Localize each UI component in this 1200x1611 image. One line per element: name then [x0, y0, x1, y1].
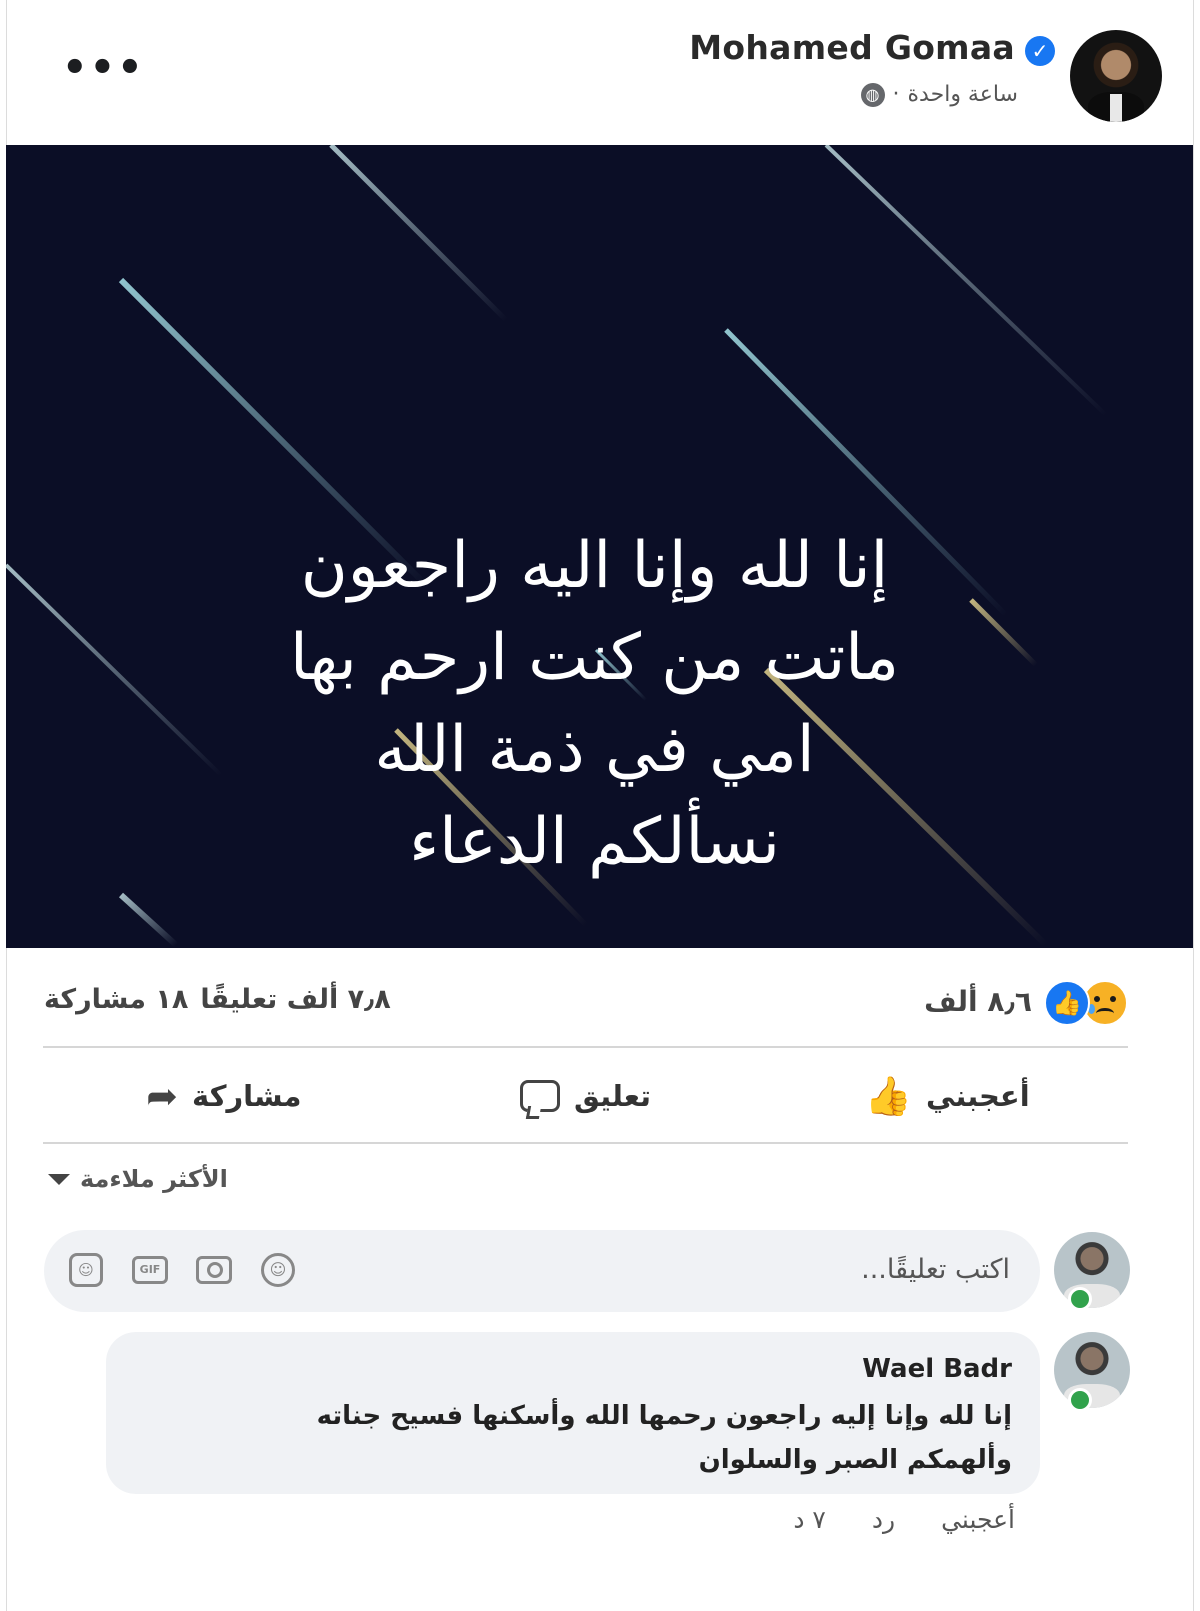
post-meta: ساعة واحدة · ◍: [860, 82, 1018, 107]
commenter-avatar[interactable]: [1054, 1332, 1130, 1408]
author-name[interactable]: Mohamed Gomaa: [689, 28, 1015, 67]
comment-input[interactable]: اكتب تعليقًا... ☺ GIF ☺: [44, 1230, 1040, 1312]
share-count[interactable]: ١٨ مشاركة: [44, 984, 188, 1015]
reaction-count[interactable]: ٨٫٦ ألف: [924, 985, 1032, 1018]
like-icon: 👍: [1044, 980, 1090, 1026]
gif-icon[interactable]: GIF: [132, 1252, 168, 1288]
comment-label: تعليق: [573, 1079, 652, 1113]
caret-down-icon: [48, 1173, 70, 1185]
comment-sort-dropdown[interactable]: الأكثر ملاءمة: [48, 1165, 228, 1193]
comment-timestamp[interactable]: ٧ د: [793, 1505, 826, 1534]
sort-label: الأكثر ملاءمة: [80, 1165, 228, 1193]
share-button[interactable]: مشاركة ➦: [43, 1050, 405, 1142]
comment-text: إنا لله وإنا إليه راجعون رحمها الله وأسك…: [316, 1401, 1012, 1475]
reactions-summary[interactable]: 👍 ٨٫٦ ألف: [924, 978, 1128, 1026]
globe-icon: ◍: [860, 82, 885, 107]
post-image[interactable]: إنا لله وإنا اليه راجعون ماتت من كنت ارح…: [6, 145, 1193, 948]
comment-placeholder: اكتب تعليقًا...: [861, 1254, 1010, 1285]
comment-reply-button[interactable]: رد: [872, 1505, 895, 1534]
composer-tools: ☺ GIF ☺: [68, 1252, 296, 1288]
current-user-avatar[interactable]: [1054, 1232, 1130, 1308]
comment-bubble-icon: [519, 1080, 560, 1112]
meta-separator: ·: [892, 82, 900, 107]
like-label: أعجبني: [926, 1079, 1030, 1113]
image-text-line: ماتت من كنت ارحم بها: [289, 621, 900, 695]
comment-bubble: Wael Badr إنا لله وإنا إليه راجعون رحمها…: [106, 1332, 1040, 1494]
comment-like-button[interactable]: أعجبني: [941, 1505, 1015, 1534]
share-arrow-icon: ➦: [146, 1074, 178, 1118]
comment-count[interactable]: ٧٫٨ ألف تعليقًا: [200, 984, 390, 1015]
reaction-icons: 👍: [1042, 978, 1128, 1026]
divider: [43, 1046, 1128, 1048]
author-avatar[interactable]: [1070, 30, 1162, 122]
post-image-text: إنا لله وإنا اليه راجعون ماتت من كنت ارح…: [6, 520, 1193, 888]
thumbs-up-icon: 👍: [864, 1073, 913, 1118]
share-label: مشاركة: [192, 1079, 302, 1113]
post-actions: مشاركة ➦ تعليق أعجبني 👍: [43, 1050, 1128, 1142]
image-text-line: امي في ذمة الله: [374, 713, 815, 787]
more-options-button[interactable]: •••: [62, 48, 145, 88]
image-text-line: نسألكم الدعاء: [409, 805, 780, 879]
sticker-icon[interactable]: ☺: [68, 1252, 104, 1288]
like-button[interactable]: أعجبني 👍: [766, 1050, 1128, 1142]
online-status-icon: [1068, 1287, 1092, 1311]
comment-actions: أعجبني رد ٧ د: [793, 1505, 1015, 1534]
divider: [43, 1142, 1128, 1144]
engagement-counts: ٧٫٨ ألف تعليقًا ١٨ مشاركة: [44, 984, 391, 1015]
image-text-line: إنا لله وإنا اليه راجعون: [300, 529, 889, 603]
verified-icon: ✓: [1025, 36, 1055, 66]
comment-button[interactable]: تعليق: [405, 1050, 767, 1142]
emoji-icon[interactable]: ☺: [260, 1252, 296, 1288]
comment-author[interactable]: Wael Badr: [862, 1354, 1012, 1384]
post-time[interactable]: ساعة واحدة: [908, 82, 1018, 107]
online-status-icon: [1068, 1388, 1092, 1412]
camera-icon[interactable]: [196, 1252, 232, 1288]
